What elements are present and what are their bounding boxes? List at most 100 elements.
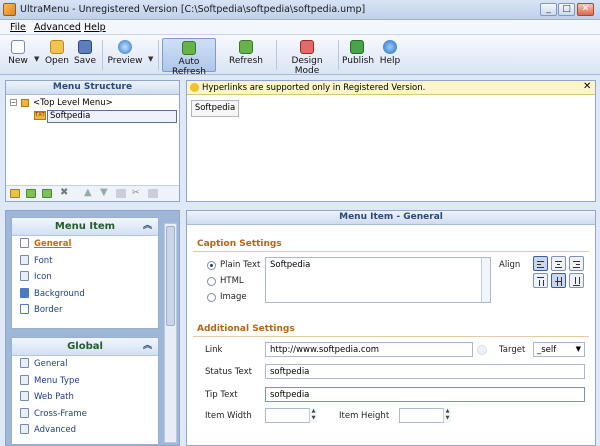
menu-file[interactable]: File (10, 22, 26, 33)
new-icon (11, 40, 25, 54)
sidebar-item-web-path[interactable]: Web Path (12, 389, 158, 406)
maximize-button[interactable]: □ (558, 3, 575, 16)
font-icon (20, 254, 29, 265)
sidebar-item-font[interactable]: Font (12, 253, 158, 270)
align-right-button[interactable] (569, 256, 584, 271)
notice-close-icon[interactable]: ✕ (583, 81, 591, 92)
image-radio[interactable] (207, 293, 216, 302)
item-width-label: Item Width (205, 411, 252, 421)
collapse-icon[interactable]: ︽ (143, 338, 152, 355)
plain-text-label: Plain Text (220, 260, 261, 270)
global-group: Global ︽ General Menu Type Web Path Cros… (11, 337, 159, 445)
auto-refresh-icon (182, 41, 196, 55)
publish-button[interactable]: Publish (342, 38, 374, 72)
preview-menu-item[interactable]: Softpedia (191, 100, 239, 117)
valign-bottom-button[interactable] (569, 273, 584, 288)
status-text-input[interactable] (265, 364, 585, 379)
item-height-spinner[interactable]: ▲ ▼ (443, 408, 451, 423)
cut-icon[interactable]: ✂ (132, 189, 142, 198)
cross-frame-icon (20, 407, 29, 418)
align-left-button[interactable] (533, 256, 548, 271)
toolbar: New ▼ Open Save Preview ▼ Auto Refresh R… (0, 35, 600, 77)
open-button[interactable]: Open (44, 38, 70, 72)
align-center-button[interactable] (551, 256, 566, 271)
move-down-icon[interactable]: ▼ (100, 188, 110, 198)
collapse-icon[interactable]: ︽ (143, 218, 152, 235)
preview-panel: Hyperlinks are supported only in Registe… (186, 80, 596, 202)
valign-top-button[interactable] (533, 273, 548, 288)
tree-child-item[interactable]: Softpedia (47, 110, 177, 123)
sidebar-item-global-general[interactable]: General (12, 356, 158, 373)
global-group-header[interactable]: Global ︽ (12, 338, 158, 356)
sidebar-item-icon[interactable]: Icon (12, 269, 158, 286)
new-dropdown-icon[interactable]: ▼ (34, 55, 39, 63)
minimize-button[interactable]: _ (540, 3, 557, 16)
toolbar-separator (338, 40, 339, 70)
refresh-icon (239, 40, 253, 54)
properties-panel: Menu Item - General Caption Settings Pla… (186, 210, 596, 446)
target-select[interactable]: _self ▼ (533, 342, 585, 357)
auto-refresh-button[interactable]: Auto Refresh (162, 38, 216, 77)
additional-settings-heading: Additional Settings (197, 324, 295, 334)
sidebar-item-advanced[interactable]: Advanced (12, 422, 158, 439)
menu-help[interactable]: Help (84, 22, 106, 33)
add-item-icon[interactable] (10, 189, 20, 198)
move-up-icon[interactable]: ▲ (84, 188, 94, 198)
tip-text-input[interactable] (265, 387, 585, 402)
menu-item-group-header[interactable]: Menu Item ︽ (12, 218, 158, 236)
window-title: UltraMenu - Unregistered Version [C:\Sof… (20, 4, 366, 15)
sidebar-scrollbar[interactable] (164, 223, 177, 443)
divider (193, 251, 589, 252)
scrollbar-thumb[interactable] (166, 226, 175, 326)
menu-structure-panel: Menu Structure − <Top Level Menu> TXT So… (5, 80, 180, 202)
link-picker-icon[interactable] (477, 345, 487, 355)
add-sibling-icon[interactable] (26, 189, 36, 198)
close-button[interactable]: ✕ (577, 3, 594, 16)
advanced-icon (20, 424, 29, 434)
item-width-spinner[interactable]: ▲ ▼ (309, 408, 317, 423)
new-button[interactable]: New (6, 38, 30, 72)
toolbar-separator (102, 40, 103, 70)
link-input[interactable] (265, 342, 473, 357)
tree-root-item[interactable]: <Top Level Menu> (33, 98, 113, 108)
notice-bar: Hyperlinks are supported only in Registe… (187, 81, 595, 95)
folder-icon (21, 99, 29, 107)
sidebar-item-cross-frame[interactable]: Cross-Frame (12, 406, 158, 423)
save-button[interactable]: Save (72, 38, 98, 72)
tip-text-label: Tip Text (205, 390, 238, 400)
refresh-button[interactable]: Refresh (226, 38, 266, 72)
sidebar-item-background[interactable]: Background (12, 286, 158, 303)
publish-icon (350, 40, 364, 54)
menu-structure-title: Menu Structure (6, 81, 179, 95)
plain-text-radio[interactable] (207, 261, 216, 270)
sidebar-item-general[interactable]: General (12, 236, 158, 253)
align-label: Align (499, 260, 521, 270)
delete-icon[interactable]: ✖ (60, 188, 70, 198)
preview-button[interactable]: Preview (106, 38, 144, 72)
menu-tree: − <Top Level Menu> TXT Softpedia (6, 95, 179, 185)
menu-advanced[interactable]: Advanced (34, 22, 81, 33)
html-radio[interactable] (207, 277, 216, 286)
menu-item-icon: TXT (34, 111, 46, 120)
menu-type-icon (20, 374, 29, 385)
copy-icon[interactable] (116, 189, 126, 198)
preview-dropdown-icon[interactable]: ▼ (148, 55, 153, 63)
link-label: Link (205, 345, 223, 355)
caption-text-area[interactable]: Softpedia (265, 257, 491, 303)
add-child-icon[interactable] (42, 189, 52, 198)
chevron-down-icon: ▼ (575, 345, 581, 353)
general-icon (20, 358, 29, 368)
help-button[interactable]: Help (378, 38, 402, 72)
divider (193, 336, 589, 337)
caption-scrollbar[interactable] (481, 258, 490, 302)
help-icon (383, 40, 397, 54)
sidebar-item-border[interactable]: Border (12, 302, 158, 319)
caption-settings-heading: Caption Settings (197, 239, 282, 249)
sidebar-item-menu-type[interactable]: Menu Type (12, 373, 158, 390)
save-icon (78, 40, 92, 54)
design-mode-button[interactable]: Design Mode (280, 38, 334, 76)
paste-icon[interactable] (148, 189, 158, 198)
target-value: _self (537, 345, 557, 355)
tree-expander[interactable]: − (10, 99, 17, 106)
valign-middle-button[interactable] (551, 273, 566, 288)
